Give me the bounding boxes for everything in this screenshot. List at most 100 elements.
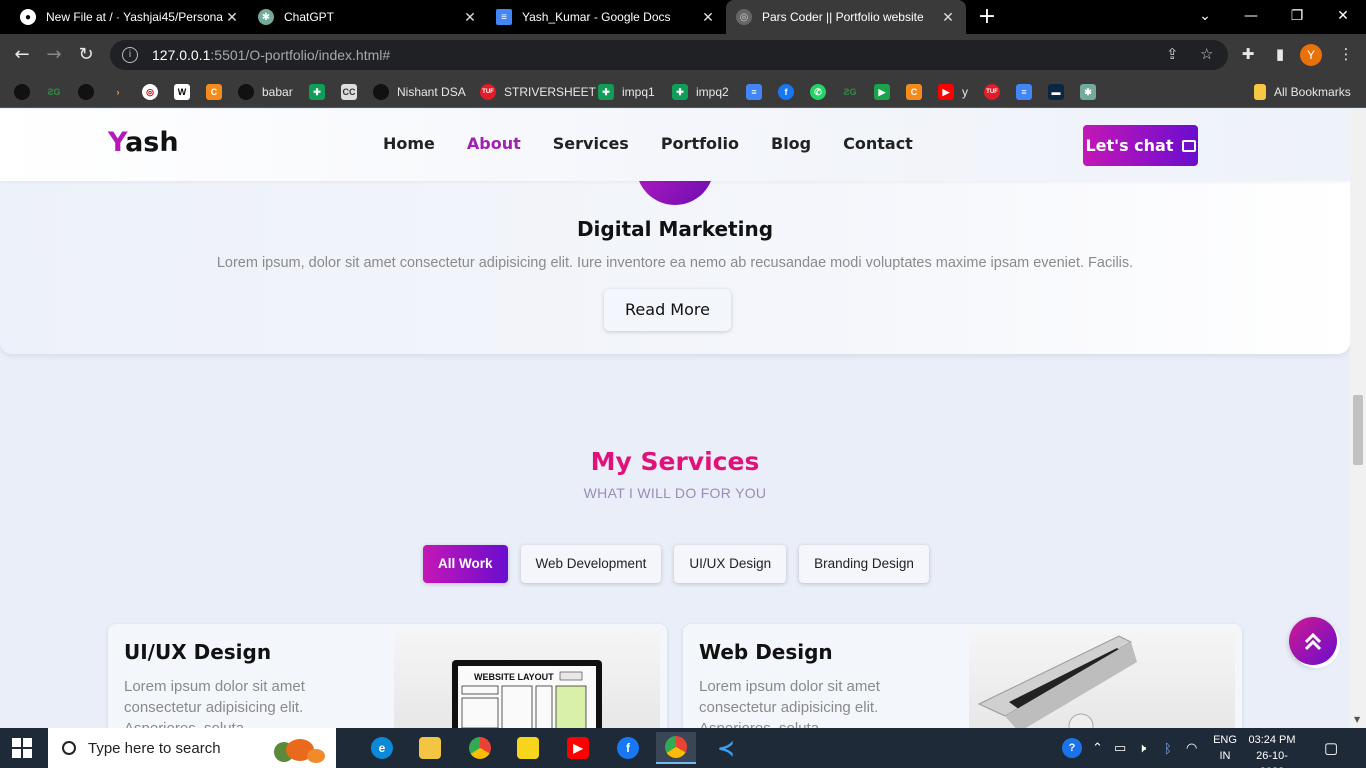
bookmark-gfg[interactable]: ƧG xyxy=(46,82,70,102)
lets-chat-button[interactable]: Let's chat xyxy=(1083,125,1198,166)
bookmark-green[interactable]: ▶ xyxy=(874,82,898,102)
read-more-button[interactable]: Read More xyxy=(604,289,731,331)
bookmark-cn-2[interactable]: C xyxy=(906,82,930,102)
close-window-button[interactable]: ✕ xyxy=(1320,0,1366,34)
bookmark-target[interactable]: ◎ xyxy=(142,82,166,102)
filter-branding-design[interactable]: Branding Design xyxy=(799,545,929,583)
windows-start-icon[interactable] xyxy=(12,738,32,758)
site-info-icon[interactable]: i xyxy=(122,47,138,63)
bookmark-cc[interactable]: CC xyxy=(341,82,365,102)
nav-about[interactable]: About xyxy=(467,134,521,153)
close-icon[interactable]: ✕ xyxy=(462,9,478,26)
bookmark-impq2[interactable]: ✚ impq2 xyxy=(672,82,729,102)
bookmark-youtube[interactable]: ▶ y xyxy=(938,82,968,102)
close-icon[interactable]: ✕ xyxy=(224,9,240,26)
bluetooth-icon[interactable]: ᛒ xyxy=(1164,728,1172,768)
bookmark-docs-2[interactable]: ≡ xyxy=(1016,82,1040,102)
nav-blog[interactable]: Blog xyxy=(771,134,811,153)
address-bar[interactable]: i 127.0.0.1:5501/O-portfolio/index.html#… xyxy=(110,40,1228,70)
scrollbar-thumb[interactable] xyxy=(1353,395,1363,465)
tray-chevron-up-icon[interactable]: ⌃ xyxy=(1092,728,1103,768)
bookmark-impq1[interactable]: ✚ impq1 xyxy=(598,82,655,102)
taskbar-vscode[interactable]: ≺ xyxy=(706,732,746,764)
filter-web-development[interactable]: Web Development xyxy=(520,545,662,583)
minimize-button[interactable]: — xyxy=(1228,0,1274,34)
menu-icon[interactable]: ⋮ xyxy=(1334,42,1358,66)
help-icon[interactable]: ? xyxy=(1062,728,1082,768)
close-icon[interactable]: ✕ xyxy=(700,9,716,26)
bookmark-strivers-sheet[interactable]: TUF STRIVERSHEET xyxy=(480,82,596,102)
extensions-icon[interactable]: ✚ xyxy=(1236,42,1260,66)
filter-all-work[interactable]: All Work xyxy=(423,545,508,583)
taskbar-edge[interactable]: e xyxy=(362,732,402,764)
nav-portfolio[interactable]: Portfolio xyxy=(661,134,739,153)
page-scrollbar[interactable]: ▼ xyxy=(1350,109,1366,728)
taskbar-facebook[interactable]: f xyxy=(608,732,648,764)
bookmark-star-icon[interactable]: ☆ xyxy=(1200,40,1213,70)
work-description: Lorem ipsum dolor sit amet consectetur a… xyxy=(699,678,880,728)
service-description: Lorem ipsum, dolor sit amet consectetur … xyxy=(216,255,1134,271)
taskbar-youtube[interactable]: ▶ xyxy=(558,732,598,764)
bookmark-facebook[interactable]: f xyxy=(778,82,802,102)
taskbar-search-box[interactable]: Type here to search xyxy=(48,728,336,768)
battery-icon[interactable]: ▭ xyxy=(1114,728,1126,768)
notifications-icon[interactable]: ▢ xyxy=(1324,728,1338,768)
nav-services[interactable]: Services xyxy=(553,134,629,153)
tab-google-docs[interactable]: ≡ Yash_Kumar - Google Docs ✕ xyxy=(486,0,726,34)
site-logo[interactable]: Yash xyxy=(108,127,179,158)
bookmark-chatgpt[interactable]: ✱ xyxy=(1080,82,1104,102)
tab-chatgpt[interactable]: ✱ ChatGPT ✕ xyxy=(248,0,488,34)
work-card-uiux[interactable]: UI/UX Design Lorem ipsum dolor sit amet … xyxy=(108,624,667,728)
bookmark-babar[interactable]: babar xyxy=(238,82,293,102)
nav-home[interactable]: Home xyxy=(383,134,435,153)
reload-icon[interactable]: ↻ xyxy=(73,42,99,68)
youtube-icon: ▶ xyxy=(938,84,954,100)
taskbar-file-explorer[interactable] xyxy=(410,732,450,764)
wifi-icon[interactable]: ◠ xyxy=(1186,728,1197,768)
taskbar-clock[interactable]: 03:24 PM 26-10-2023 xyxy=(1244,732,1300,768)
bookmark-nishant-dsa[interactable]: Nishant DSA xyxy=(373,82,466,102)
side-panel-icon[interactable]: ▮ xyxy=(1268,42,1292,66)
tab-github[interactable]: ● New File at / · Yashjai45/Persona ✕ xyxy=(10,0,250,34)
bookmark-whatsapp[interactable]: ✆ xyxy=(810,82,834,102)
filter-uiux-design[interactable]: UI/UX Design xyxy=(674,545,787,583)
bookmark-gfg-2[interactable]: ƧG xyxy=(842,82,866,102)
page-viewport: Digital Marketing Lorem ipsum, dolor sit… xyxy=(0,109,1350,728)
back-icon[interactable]: ← xyxy=(9,42,35,68)
pumpkin-icon xyxy=(262,734,328,764)
bookmark-github[interactable] xyxy=(14,82,38,102)
restore-button[interactable]: ❐ xyxy=(1274,0,1320,34)
section-title: My Services xyxy=(590,447,760,476)
bookmark-tuf-2[interactable]: TUF xyxy=(984,82,1008,102)
close-icon[interactable]: ✕ xyxy=(940,9,956,26)
wordpress-icon: W xyxy=(174,84,190,100)
bookmark-wp[interactable]: W xyxy=(174,82,198,102)
main-nav: Home About Services Portfolio Blog Conta… xyxy=(383,134,913,153)
tab-portfolio[interactable]: ◎ Pars Coder || Portfolio website ✕ xyxy=(726,0,966,34)
bookmark-github-2[interactable] xyxy=(78,82,102,102)
youtube-icon: ▶ xyxy=(567,737,589,759)
taskbar-sticky-notes[interactable] xyxy=(508,732,548,764)
profile-avatar[interactable]: Y xyxy=(1300,44,1322,66)
forward-icon[interactable]: → xyxy=(41,42,67,68)
scroll-to-top-button[interactable] xyxy=(1289,617,1337,665)
language-code: ENG xyxy=(1213,734,1237,746)
bookmark-codestudio[interactable]: › xyxy=(110,82,134,102)
sheets-icon: ✚ xyxy=(598,84,614,100)
bookmark-sheets[interactable]: ✚ xyxy=(309,82,333,102)
volume-muted-icon[interactable]: 🕨 xyxy=(1138,728,1146,768)
taskbar-chrome[interactable] xyxy=(460,732,500,764)
bookmark-cn[interactable]: C xyxy=(206,82,230,102)
bookmark-dark[interactable]: ▬ xyxy=(1048,82,1072,102)
nav-contact[interactable]: Contact xyxy=(843,134,913,153)
all-bookmarks[interactable]: All Bookmarks xyxy=(1254,82,1351,102)
scroll-down-arrow-icon[interactable]: ▼ xyxy=(1354,715,1360,724)
work-card-web-design[interactable]: Web Design Lorem ipsum dolor sit amet co… xyxy=(683,624,1242,728)
language-indicator[interactable]: ENG IN xyxy=(1212,732,1238,764)
tab-title: Yash_Kumar - Google Docs xyxy=(522,10,671,24)
taskbar-chrome-profile[interactable] xyxy=(656,732,696,764)
tab-search-icon[interactable]: ⌄ xyxy=(1182,0,1228,34)
bookmark-docs[interactable]: ≡ xyxy=(746,82,770,102)
new-tab-button[interactable]: + xyxy=(976,4,998,30)
share-icon[interactable]: ⇪ xyxy=(1166,40,1179,70)
